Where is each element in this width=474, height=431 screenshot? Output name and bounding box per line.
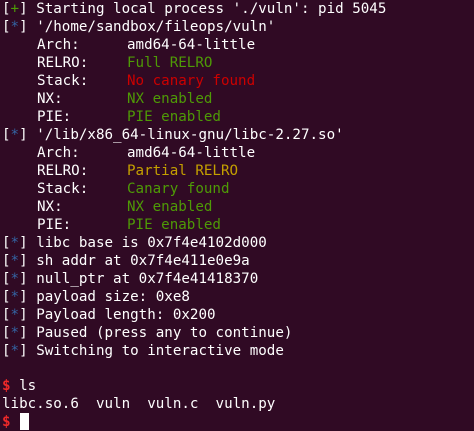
binary-arch-row: Arch: amd64-64-little [2, 36, 255, 54]
libc-path: '/lib/x86_64-linux-gnu/libc-2.27.so' [36, 127, 344, 143]
star-marker: * [10, 325, 20, 341]
binary-pie-value: PIE enabled [127, 109, 221, 125]
binary-stack-label: Stack: [37, 73, 89, 89]
binary-pie-label: PIE: [37, 109, 72, 125]
libc-arch-row: Arch: amd64-64-little [2, 144, 255, 162]
star-marker: * [10, 307, 20, 323]
binary-stack-row: Stack: No canary found [2, 72, 255, 90]
binary-nx-row: NX: NX enabled [2, 90, 212, 108]
info-text: payload size: 0xe8 [36, 289, 190, 305]
libc-pie-row: PIE: PIE enabled [2, 216, 221, 234]
star-marker: * [10, 271, 20, 287]
info-line-interactive: [*] Switching to interactive mode [2, 343, 284, 359]
libc-nx-label: NX: [37, 199, 63, 215]
info-text: Payload length: 0x200 [36, 307, 216, 323]
libc-pie-value: PIE enabled [127, 217, 221, 233]
info-line-sh-addr: [*] sh addr at 0x7f4e411e0e9a [2, 253, 250, 269]
info-line-libc-base: [*] libc base is 0x7f4e4102d000 [2, 235, 267, 251]
libc-pie-label: PIE: [37, 217, 72, 233]
libc-nx-value: NX enabled [127, 199, 213, 215]
prompt-symbol: $ [2, 378, 11, 394]
star-marker: * [10, 289, 20, 305]
command-text: ls [19, 378, 37, 394]
binary-nx-label: NX: [37, 91, 63, 107]
star-marker: * [10, 127, 20, 143]
command-line: $ ls [2, 377, 36, 395]
libc-relro-value: Partial RELRO [127, 163, 239, 179]
libc-stack-value: Canary found [127, 181, 230, 197]
binary-relro-row: RELRO: Full RELRO [2, 54, 212, 72]
ls-output-line: libc.so.6 vuln vuln.c vuln.py [2, 396, 276, 412]
libc-nx-row: NX: NX enabled [2, 198, 212, 216]
libc-stack-label: Stack: [37, 181, 89, 197]
info-line-paused: [*] Paused (press any to continue) [2, 325, 293, 341]
prompt-symbol: $ [2, 414, 11, 430]
star-marker: * [10, 253, 20, 269]
star-marker: * [10, 19, 20, 35]
binary-stack-value: No canary found [127, 73, 256, 89]
binary-path-line: [*] '/home/sandbox/fileops/vuln' [2, 19, 276, 35]
start-process-text: Starting local process './vuln': pid 504… [36, 1, 387, 17]
binary-path: '/home/sandbox/fileops/vuln' [36, 19, 276, 35]
info-text: Switching to interactive mode [36, 343, 284, 359]
libc-arch-label: Arch: [37, 145, 80, 161]
libc-relro-row: RELRO: Partial RELRO [2, 162, 238, 180]
libc-relro-label: RELRO: [37, 163, 89, 179]
binary-arch-label: Arch: [37, 37, 80, 53]
info-line-payload-size: [*] payload size: 0xe8 [2, 289, 190, 305]
info-text: Paused (press any to continue) [36, 325, 293, 341]
plus-marker: + [10, 1, 20, 17]
info-line-null-ptr: [*] null_ptr at 0x7f4e41418370 [2, 271, 259, 287]
star-marker: * [10, 235, 20, 251]
binary-nx-value: NX enabled [127, 91, 213, 107]
libc-stack-row: Stack: Canary found [2, 180, 230, 198]
binary-relro-label: RELRO: [37, 55, 89, 71]
info-text: sh addr at 0x7f4e411e0e9a [36, 253, 250, 269]
binary-arch-value: amd64-64-little [127, 37, 256, 53]
info-text: libc base is 0x7f4e4102d000 [36, 235, 267, 251]
terminal-window[interactable]: [+] Starting local process './vuln': pid… [0, 0, 474, 431]
star-marker: * [10, 343, 20, 359]
info-text: null_ptr at 0x7f4e41418370 [36, 271, 259, 287]
libc-path-line: [*] '/lib/x86_64-linux-gnu/libc-2.27.so' [2, 127, 344, 143]
info-line-payload-length: [*] Payload length: 0x200 [2, 307, 216, 323]
libc-arch-value: amd64-64-little [127, 145, 256, 161]
text-cursor [20, 413, 29, 430]
start-process-line: [+] Starting local process './vuln': pid… [2, 1, 387, 17]
current-prompt-line[interactable]: $ [2, 413, 11, 431]
binary-pie-row: PIE: PIE enabled [2, 108, 221, 126]
binary-relro-value: Full RELRO [127, 55, 213, 71]
